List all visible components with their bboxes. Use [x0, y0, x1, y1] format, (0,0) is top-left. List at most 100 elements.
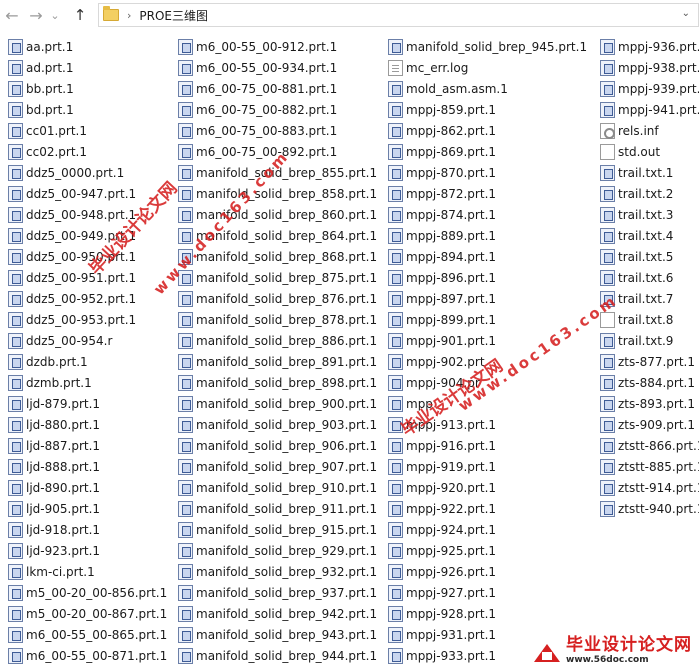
address-bar[interactable]: › PROE三维图 ⌄	[98, 3, 699, 27]
file-item[interactable]: ddz5_00-949.prt.1	[8, 225, 178, 246]
file-item[interactable]: manifold_solid_brep_875.prt.1	[178, 267, 388, 288]
file-item[interactable]: manifold_solid_brep_907.prt.1	[178, 456, 388, 477]
file-item[interactable]: manifold_solid_brep_944.prt.1	[178, 645, 388, 666]
address-dropdown-icon[interactable]: ⌄	[682, 8, 690, 19]
file-item[interactable]: manifold_solid_brep_864.prt.1	[178, 225, 388, 246]
file-item[interactable]: manifold_solid_brep_860.prt.1	[178, 204, 388, 225]
file-item[interactable]: mppj-939.prt.1	[600, 78, 699, 99]
file-item[interactable]: manifold_solid_brep_942.prt.1	[178, 603, 388, 624]
file-item[interactable]: manifold_solid_brep_915.prt.1	[178, 519, 388, 540]
file-item[interactable]: trail.txt.3	[600, 204, 699, 225]
file-item[interactable]: manifold_solid_brep_868.prt.1	[178, 246, 388, 267]
file-item[interactable]: trail.txt.9	[600, 330, 699, 351]
file-item[interactable]: manifold_solid_brep_929.prt.1	[178, 540, 388, 561]
file-item[interactable]: manifold_solid_brep_906.prt.1	[178, 435, 388, 456]
file-item[interactable]: mppj-859.prt.1	[388, 99, 600, 120]
file-item[interactable]: zts-884.prt.1	[600, 372, 699, 393]
file-item[interactable]: ddz5_00-950.prt.1	[8, 246, 178, 267]
file-item[interactable]: m6_00-75_00-882.prt.1	[178, 99, 388, 120]
file-item[interactable]: rels.inf	[600, 120, 699, 141]
file-item[interactable]: manifold_solid_brep_900.prt.1	[178, 393, 388, 414]
back-button[interactable]: ←	[0, 0, 24, 30]
file-item[interactable]: zts-909.prt.1	[600, 414, 699, 435]
file-item[interactable]: trail.txt.2	[600, 183, 699, 204]
file-item[interactable]: mold_asm.asm.1	[388, 78, 600, 99]
file-item[interactable]: ljd-888.prt.1	[8, 456, 178, 477]
file-item[interactable]: mppj-899.prt.1	[388, 309, 600, 330]
file-item[interactable]: manifold_solid_brep_937.prt.1	[178, 582, 388, 603]
file-item[interactable]: manifold_solid_brep_943.prt.1	[178, 624, 388, 645]
file-item[interactable]: ljd-879.prt.1	[8, 393, 178, 414]
file-item[interactable]: mppj-926.prt.1	[388, 561, 600, 582]
file-item[interactable]: ztstt-866.prt.1	[600, 435, 699, 456]
file-item[interactable]: manifold_solid_brep_876.prt.1	[178, 288, 388, 309]
file-item[interactable]: ddz5_00-952.prt.1	[8, 288, 178, 309]
file-item[interactable]: m5_00-20_00-856.prt.1	[8, 582, 178, 603]
file-item[interactable]: m6_00-55_00-871.prt.1	[8, 645, 178, 666]
file-item[interactable]: ljd-890.prt.1	[8, 477, 178, 498]
file-item[interactable]: manifold_solid_brep_891.prt.1	[178, 351, 388, 372]
file-item[interactable]: bd.prt.1	[8, 99, 178, 120]
file-item[interactable]: mppj-902.prt	[388, 351, 600, 372]
recent-locations-button[interactable]: ⌄	[48, 0, 62, 30]
file-item[interactable]: mppj-922.prt.1	[388, 498, 600, 519]
file-item[interactable]: mppj-920.prt.1	[388, 477, 600, 498]
file-item[interactable]: manifold_solid_brep_932.prt.1	[178, 561, 388, 582]
file-item[interactable]: trail.txt.4	[600, 225, 699, 246]
file-item[interactable]: manifold_solid_brep_858.prt.1	[178, 183, 388, 204]
file-item[interactable]: mc_err.log	[388, 57, 600, 78]
file-item[interactable]: mppj-870.prt.1	[388, 162, 600, 183]
file-item[interactable]: trail.txt.6	[600, 267, 699, 288]
file-item[interactable]: trail.txt.5	[600, 246, 699, 267]
file-item[interactable]: manifold_solid_brep_910.prt.1	[178, 477, 388, 498]
file-item[interactable]: dzmb.prt.1	[8, 372, 178, 393]
file-item[interactable]: mppj-941.prt.1	[600, 99, 699, 120]
file-item[interactable]: ad.prt.1	[8, 57, 178, 78]
file-item[interactable]: m6_00-75_00-883.prt.1	[178, 120, 388, 141]
file-item[interactable]: manifold_solid_brep_878.prt.1	[178, 309, 388, 330]
file-item[interactable]: mppj-924.prt.1	[388, 519, 600, 540]
file-item[interactable]: mppj-862.prt.1	[388, 120, 600, 141]
file-item[interactable]: manifold_solid_brep_903.prt.1	[178, 414, 388, 435]
file-item[interactable]: ddz5_00-948.prt.1	[8, 204, 178, 225]
file-item[interactable]: mppj-869.prt.1	[388, 141, 600, 162]
file-item[interactable]: mppj-925.prt.1	[388, 540, 600, 561]
file-item[interactable]: cc01.prt.1	[8, 120, 178, 141]
file-item[interactable]: ddz5_00-951.prt.1	[8, 267, 178, 288]
breadcrumb-folder[interactable]: PROE三维图	[139, 7, 208, 24]
file-item[interactable]: ljd-923.prt.1	[8, 540, 178, 561]
forward-button[interactable]: →	[24, 0, 48, 30]
file-item[interactable]: trail.txt.8	[600, 309, 699, 330]
file-item[interactable]: zts-877.prt.1	[600, 351, 699, 372]
file-item[interactable]: mppj-938.prt.1	[600, 57, 699, 78]
file-item[interactable]: mppj-872.prt.1	[388, 183, 600, 204]
file-item[interactable]: ztstt-940.prt.1	[600, 498, 699, 519]
file-item[interactable]: ljd-918.prt.1	[8, 519, 178, 540]
file-item[interactable]: ljd-887.prt.1	[8, 435, 178, 456]
file-item[interactable]: ljd-880.prt.1	[8, 414, 178, 435]
file-item[interactable]: lkm-ci.prt.1	[8, 561, 178, 582]
file-item[interactable]: manifold_solid_brep_898.prt.1	[178, 372, 388, 393]
file-item[interactable]: dzdb.prt.1	[8, 351, 178, 372]
file-item[interactable]: ddz5_0000.prt.1	[8, 162, 178, 183]
file-item[interactable]: mppj-927.prt.1	[388, 582, 600, 603]
file-item[interactable]: mppj-936.prt.1	[600, 36, 699, 57]
file-item[interactable]: m6_00-75_00-881.prt.1	[178, 78, 388, 99]
file-item[interactable]: mpp	[388, 393, 600, 414]
file-item[interactable]: mppj-896.prt.1	[388, 267, 600, 288]
file-item[interactable]: manifold_solid_brep_911.prt.1	[178, 498, 388, 519]
file-item[interactable]: m5_00-20_00-867.prt.1	[8, 603, 178, 624]
file-item[interactable]: mppj-919.prt.1	[388, 456, 600, 477]
file-item[interactable]: std.out	[600, 141, 699, 162]
up-button[interactable]: ↑	[68, 0, 92, 30]
file-item[interactable]: mppj-928.prt.1	[388, 603, 600, 624]
file-item[interactable]: ztstt-885.prt.1	[600, 456, 699, 477]
file-item[interactable]: manifold_solid_brep_945.prt.1	[388, 36, 600, 57]
file-item[interactable]: trail.txt.7	[600, 288, 699, 309]
file-item[interactable]: mppj-901.prt.1	[388, 330, 600, 351]
file-item[interactable]: m6_00-55_00-934.prt.1	[178, 57, 388, 78]
file-item[interactable]: mppj-904.pr	[388, 372, 600, 393]
file-item[interactable]: trail.txt.1	[600, 162, 699, 183]
file-item[interactable]: mppj-916.prt.1	[388, 435, 600, 456]
file-item[interactable]: mppj-913.prt.1	[388, 414, 600, 435]
